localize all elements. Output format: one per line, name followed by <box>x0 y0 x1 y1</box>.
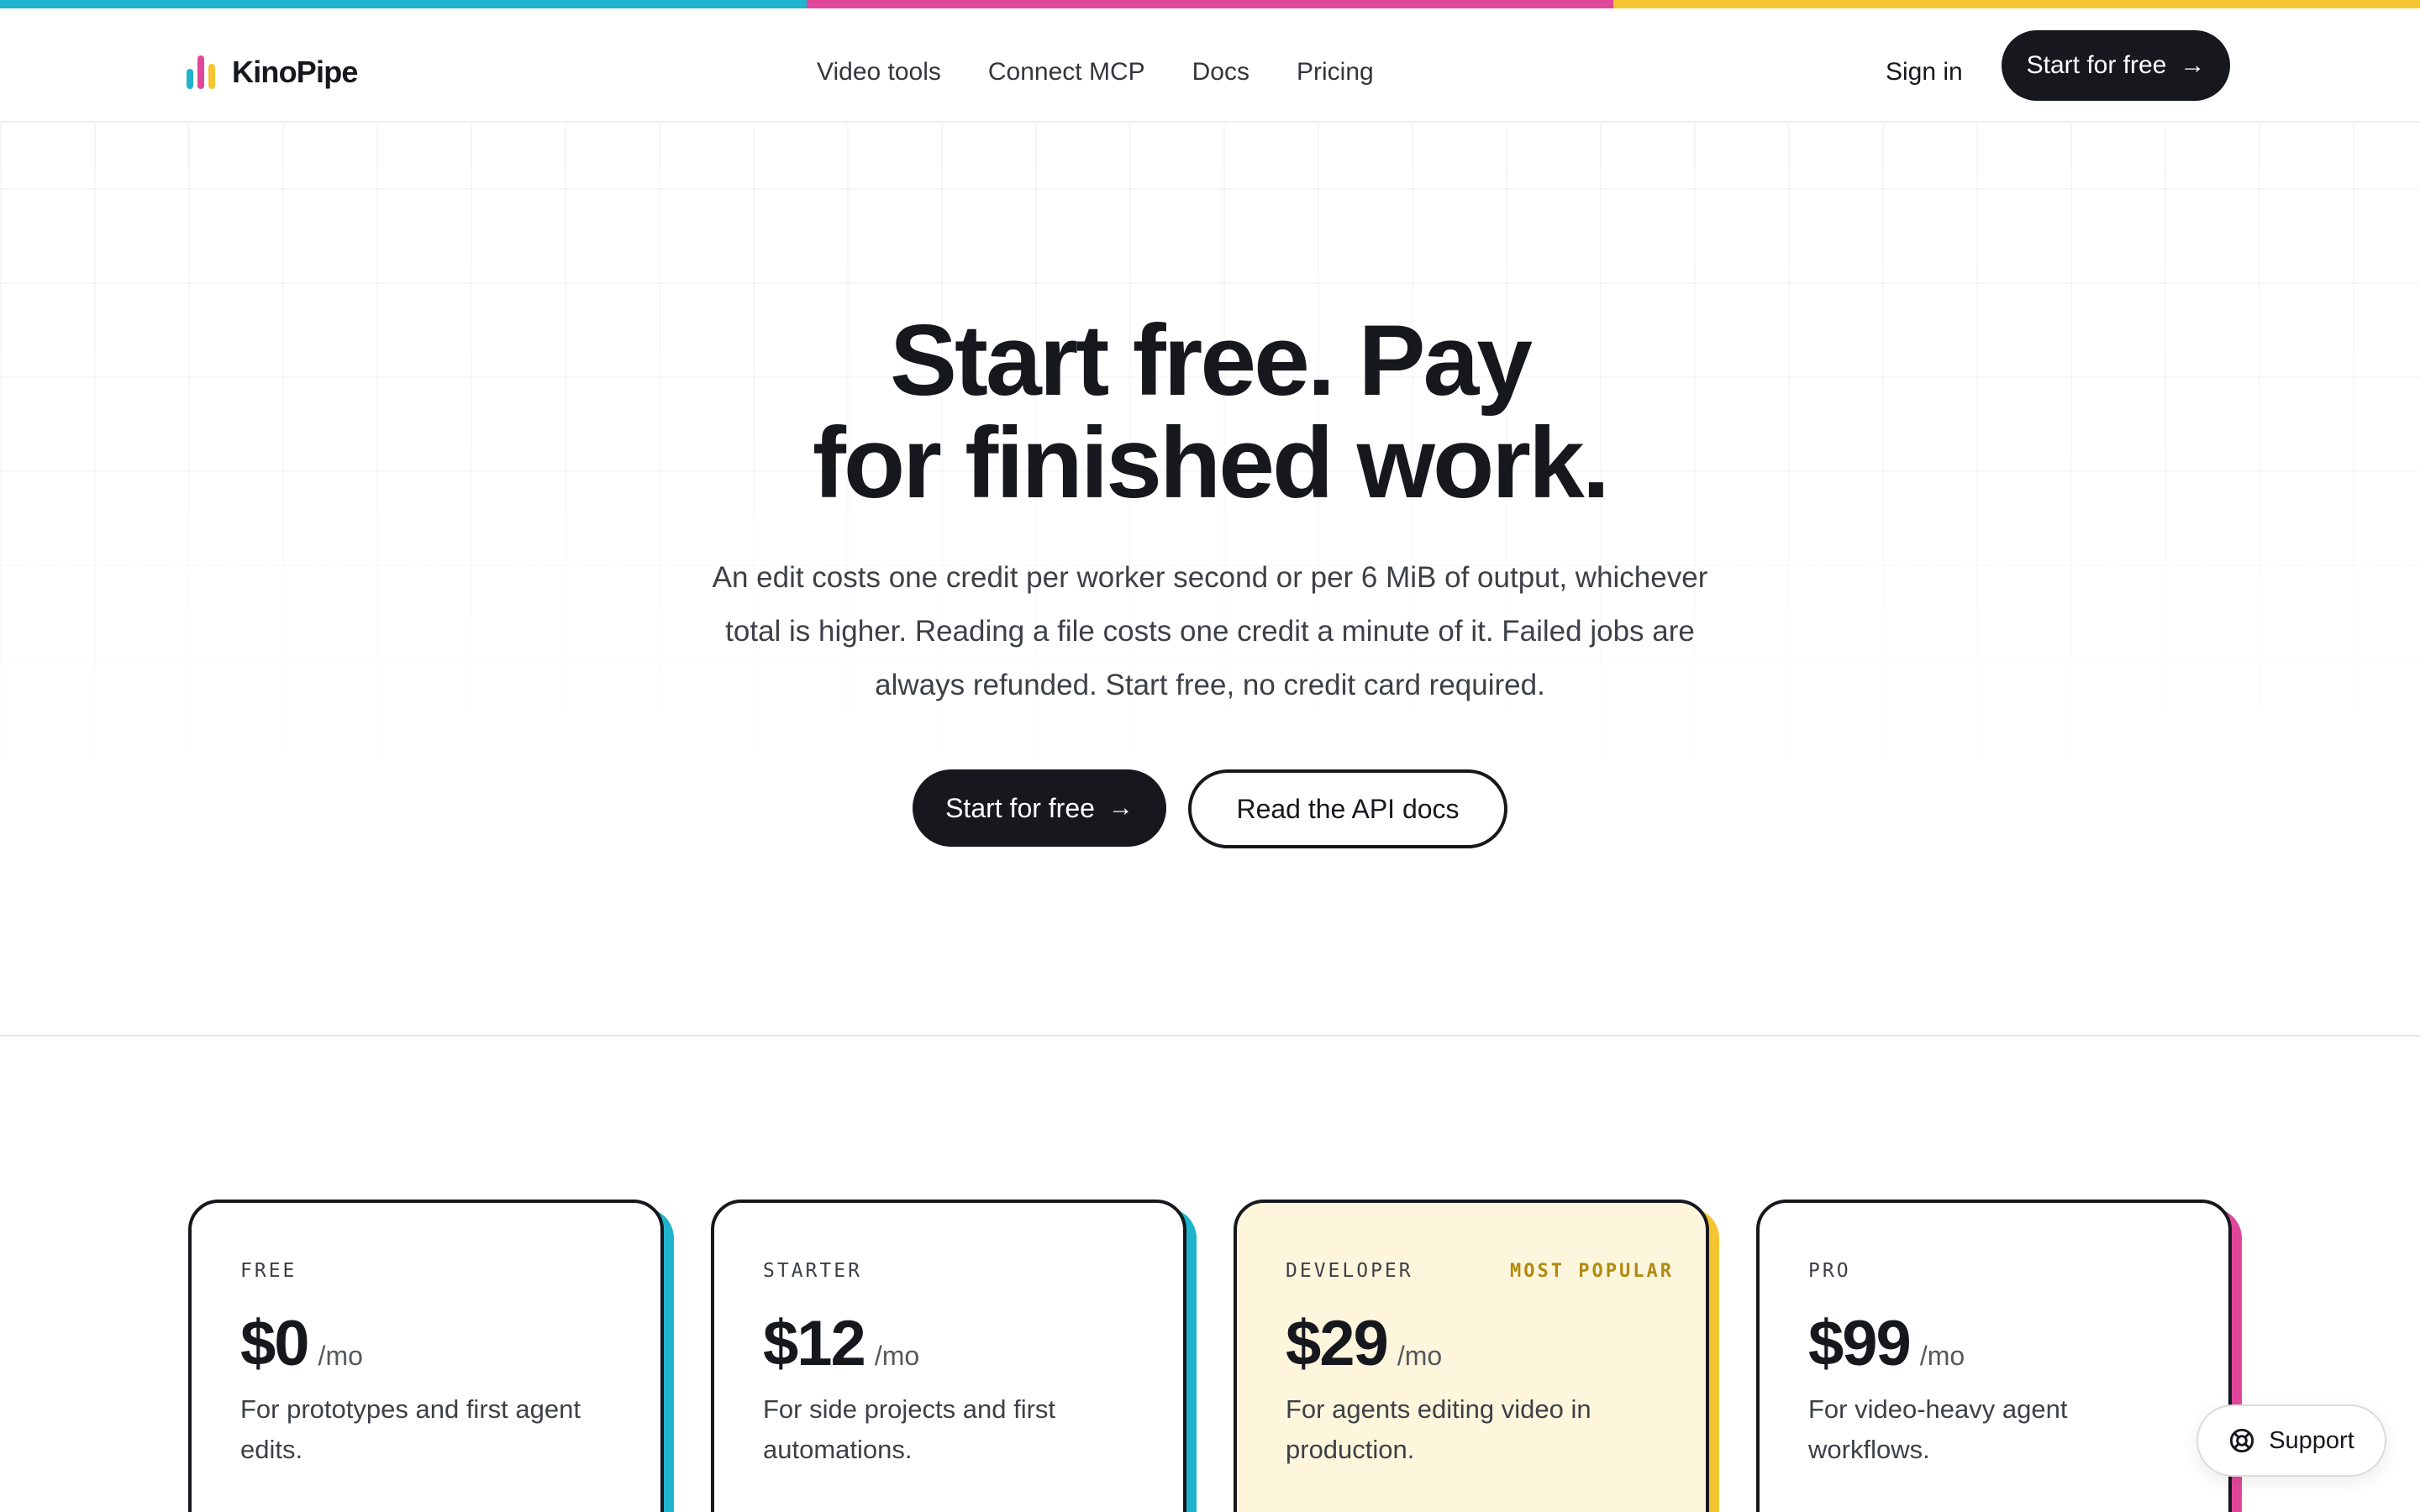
plan-period: /mo <box>1397 1341 1443 1371</box>
brand-logo[interactable]: KinoPipe <box>187 47 358 97</box>
plan-period: /mo <box>318 1341 363 1371</box>
arrow-right-icon: → <box>1107 794 1134 822</box>
read-api-docs-button[interactable]: Read the API docs <box>1188 769 1507 848</box>
nav-link-pricing[interactable]: Pricing <box>1297 58 1374 87</box>
hero-start-free-button[interactable]: Start for free → <box>913 769 1166 847</box>
brand-name: KinoPipe <box>232 55 358 89</box>
plan-price: $99 <box>1808 1308 1912 1379</box>
plan-description-line-1: For side projects and first <box>763 1394 1056 1424</box>
nav-start-free-label: Start for free <box>2026 51 2167 79</box>
read-api-docs-label: Read the API docs <box>1236 793 1460 824</box>
sign-in-link[interactable]: Sign in <box>1886 47 1963 97</box>
plan-period: /mo <box>874 1341 920 1371</box>
hero-start-free-label: Start for free <box>945 792 1095 823</box>
arrow-right-icon: → <box>2180 51 2206 79</box>
stripe-yellow <box>1613 0 2420 8</box>
nav-links: Video tools Connect MCP Docs Pricing <box>817 47 1421 97</box>
plan-price: $29 <box>1286 1308 1389 1379</box>
plan-card-starter[interactable]: STARTER $12 /mo For side projects and fi… <box>711 1200 1186 1512</box>
plan-description-line-1: For prototypes and first agent <box>240 1394 581 1424</box>
stripe-cyan <box>0 0 807 8</box>
lifebuoy-icon <box>2230 1428 2254 1453</box>
plan-description: For video-heavy agent workflows. <box>1808 1389 2195 1470</box>
plan-card-free[interactable]: FREE $0 /mo For prototypes and first age… <box>188 1200 664 1512</box>
nav-link-docs[interactable]: Docs <box>1192 58 1249 87</box>
plan-description: For agents editing video in production. <box>1286 1389 1674 1470</box>
hero-subtitle-line-1: An edit costs one credit per worker seco… <box>712 561 1708 594</box>
top-nav: KinoPipe Video tools Connect MCP Docs Pr… <box>0 8 2420 123</box>
nav-link-video-tools[interactable]: Video tools <box>817 58 941 87</box>
nav-link-connect-mcp[interactable]: Connect MCP <box>988 58 1145 87</box>
most-popular-badge: MOST POPULAR <box>1510 1260 1674 1282</box>
hero-title-line-2: for finished work. <box>812 407 1610 519</box>
support-label: Support <box>2269 1426 2354 1454</box>
plan-description-line-2: automations. <box>763 1435 913 1464</box>
plan-tier: STARTER <box>763 1260 862 1282</box>
plan-card-pro[interactable]: PRO $99 /mo For video-heavy agent workfl… <box>1756 1200 2232 1512</box>
plan-price: $12 <box>763 1308 866 1379</box>
plan-description-line-2: workflows. <box>1808 1435 1930 1464</box>
plan-description-line-1: For video-heavy agent <box>1808 1394 2068 1424</box>
hero-subtitle: An edit costs one credit per worker seco… <box>664 551 1756 712</box>
plan-description-line-2: edits. <box>240 1435 303 1464</box>
hero-title-line-1: Start free. Pay <box>889 304 1533 417</box>
plan-period: /mo <box>1919 1341 1965 1371</box>
plan-tier: DEVELOPER <box>1286 1260 1413 1282</box>
stripe-pink <box>807 0 1613 8</box>
plan-price: $0 <box>240 1308 310 1379</box>
hero-title: Start free. Pay for finished work. <box>0 309 2420 514</box>
brand-color-stripe <box>0 0 2420 8</box>
plan-tier: FREE <box>240 1260 297 1282</box>
hero-section: Start free. Pay for finished work. An ed… <box>0 124 2420 1037</box>
plan-tier: PRO <box>1808 1260 1851 1282</box>
support-button[interactable]: Support <box>2196 1404 2386 1477</box>
hero-subtitle-line-2: total is higher. Reading a file costs on… <box>725 615 1695 648</box>
bars-logo-icon <box>187 55 215 89</box>
plan-card-developer[interactable]: DEVELOPER MOST POPULAR $29 /mo For agent… <box>1234 1200 1709 1512</box>
plan-description: For prototypes and first agent edits. <box>240 1389 627 1470</box>
plan-description-line-2: production. <box>1286 1435 1415 1464</box>
hero-actions: Start for free → Read the API docs <box>0 769 2420 848</box>
nav-start-free-button[interactable]: Start for free → <box>2002 30 2230 101</box>
hero-subtitle-line-3: always refunded. Start free, no credit c… <box>875 669 1545 701</box>
plan-description-line-1: For agents editing video in <box>1286 1394 1591 1424</box>
plan-description: For side projects and first automations. <box>763 1389 1150 1470</box>
